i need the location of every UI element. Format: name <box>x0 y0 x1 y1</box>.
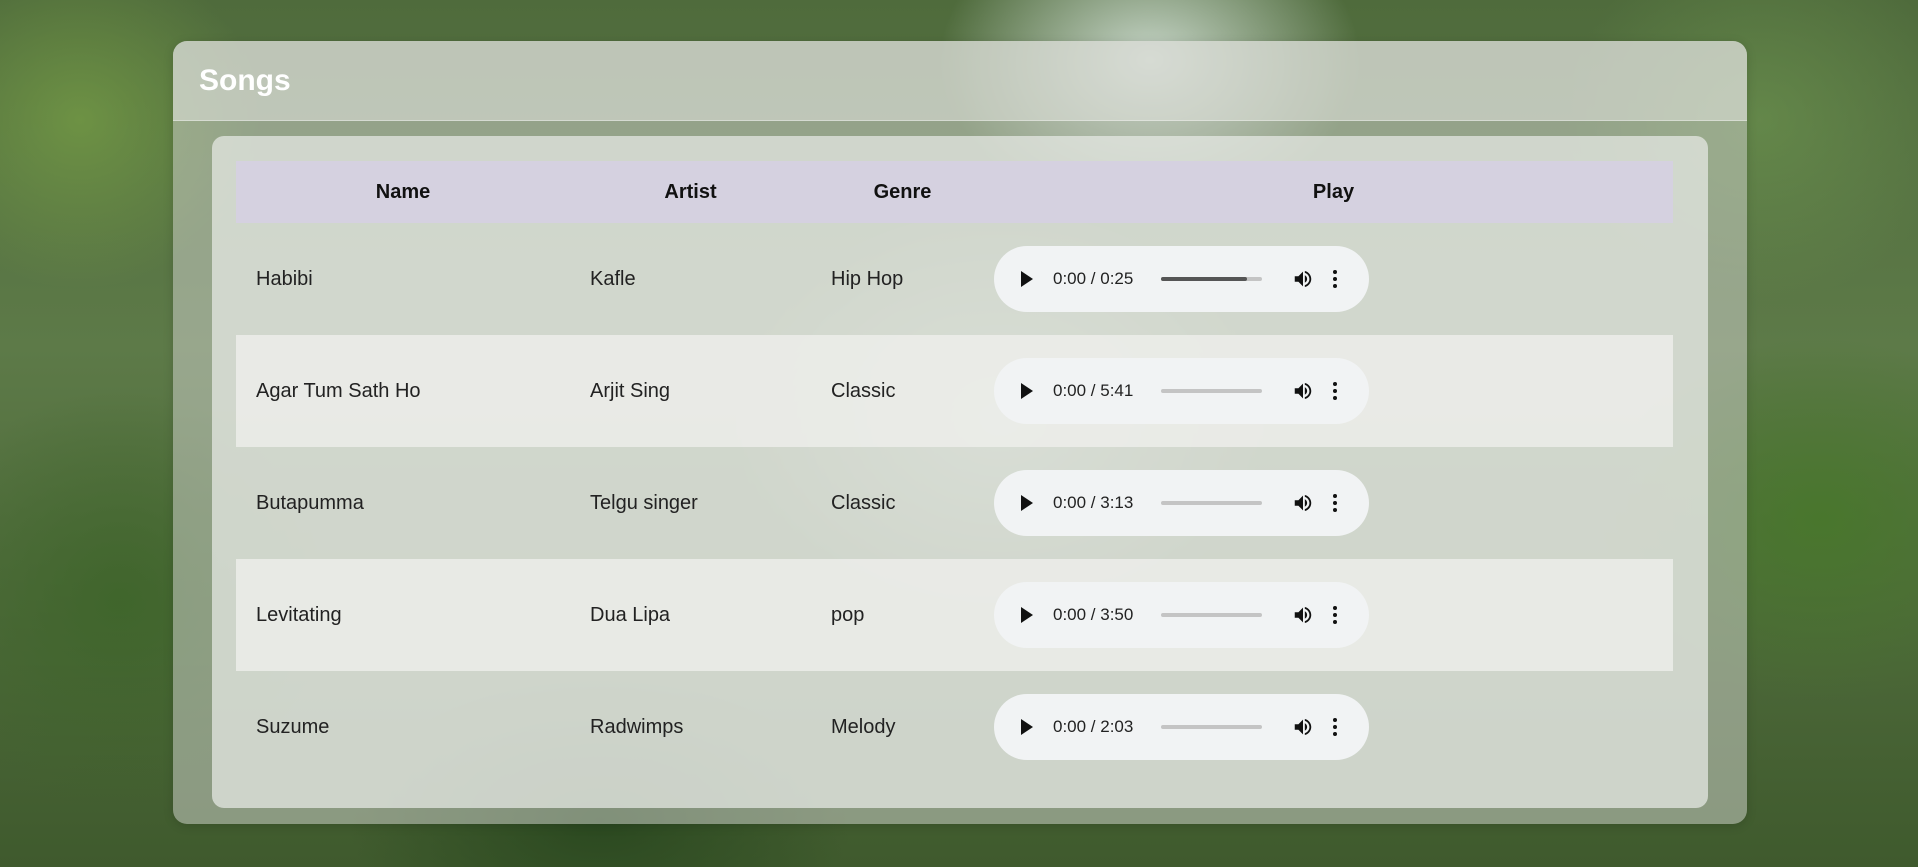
time-display: 0:00 / 2:03 <box>1053 717 1134 736</box>
song-name: Levitating <box>256 603 342 626</box>
song-name: Butapumma <box>256 491 364 514</box>
more-vert-icon[interactable] <box>1332 382 1338 400</box>
play-cell: 0:00 / 3:50 <box>994 559 1673 671</box>
time-display: 0:00 / 5:41 <box>1053 381 1134 400</box>
song-name: Agar Tum Sath Ho <box>256 379 421 402</box>
songs-table: Name Artist Genre Play Habibi Kafle Hip … <box>236 161 1673 783</box>
song-genre: Classic <box>831 491 896 514</box>
audio-player[interactable]: 0:00 / 0:25 <box>994 246 1369 312</box>
time-display: 0:00 / 3:13 <box>1053 493 1134 512</box>
seek-progress <box>1161 277 1247 281</box>
seek-slider[interactable] <box>1161 613 1262 617</box>
more-vert-icon[interactable] <box>1332 270 1338 288</box>
seek-slider[interactable] <box>1161 389 1262 393</box>
column-header-play: Play <box>1312 180 1355 203</box>
more-vert-icon[interactable] <box>1332 606 1338 624</box>
seek-slider[interactable] <box>1161 277 1262 281</box>
play-icon[interactable] <box>1021 383 1033 399</box>
panel-header: Songs <box>173 41 1747 121</box>
song-genre: Hip Hop <box>831 267 904 290</box>
table-row: Butapumma Telgu singer Classic 0:00 / 3:… <box>236 447 1673 559</box>
more-vert-icon[interactable] <box>1332 494 1338 512</box>
play-icon[interactable] <box>1021 495 1033 511</box>
volume-icon[interactable] <box>1292 380 1314 402</box>
page-title: Songs <box>199 63 291 97</box>
volume-icon[interactable] <box>1292 268 1314 290</box>
song-artist: Kafle <box>590 267 636 290</box>
seek-slider[interactable] <box>1161 725 1262 729</box>
column-header-name: Name <box>375 180 431 203</box>
table-row: Levitating Dua Lipa pop 0:00 / 3:50 <box>236 559 1673 671</box>
play-cell: 0:00 / 0:25 <box>994 223 1673 335</box>
more-vert-icon[interactable] <box>1332 718 1338 736</box>
table-row: Agar Tum Sath Ho Arjit Sing Classic 0:00… <box>236 335 1673 447</box>
song-genre: Classic <box>831 379 896 402</box>
audio-player[interactable]: 0:00 / 2:03 <box>994 694 1369 760</box>
table-row: Suzume Radwimps Melody 0:00 / 2:03 <box>236 671 1673 783</box>
song-genre: Melody <box>831 715 896 738</box>
play-cell: 0:00 / 3:13 <box>994 447 1673 559</box>
songs-card: Name Artist Genre Play Habibi Kafle Hip … <box>212 136 1708 808</box>
song-artist: Telgu singer <box>590 491 698 514</box>
column-header-artist: Artist <box>664 180 717 203</box>
audio-player[interactable]: 0:00 / 3:50 <box>994 582 1369 648</box>
play-cell: 0:00 / 5:41 <box>994 335 1673 447</box>
play-icon[interactable] <box>1021 607 1033 623</box>
play-icon[interactable] <box>1021 271 1033 287</box>
volume-icon[interactable] <box>1292 492 1314 514</box>
song-genre: pop <box>831 603 865 626</box>
audio-player[interactable]: 0:00 / 3:13 <box>994 470 1369 536</box>
seek-slider[interactable] <box>1161 501 1262 505</box>
time-display: 0:00 / 3:50 <box>1053 605 1134 624</box>
song-name: Habibi <box>256 267 313 290</box>
song-artist: Dua Lipa <box>590 603 671 626</box>
song-name: Suzume <box>256 715 330 738</box>
table-row: Habibi Kafle Hip Hop 0:00 / 0:25 <box>236 223 1673 335</box>
songs-panel: Songs Name Artist Genre Play Habibi Kafl… <box>173 41 1747 824</box>
audio-player[interactable]: 0:00 / 5:41 <box>994 358 1369 424</box>
song-artist: Arjit Sing <box>590 379 671 402</box>
column-header-genre: Genre <box>873 180 932 203</box>
table-header-row: Name Artist Genre Play <box>236 161 1673 223</box>
time-display: 0:00 / 0:25 <box>1053 269 1134 288</box>
play-cell: 0:00 / 2:03 <box>994 671 1673 783</box>
volume-icon[interactable] <box>1292 604 1314 626</box>
volume-icon[interactable] <box>1292 716 1314 738</box>
play-icon[interactable] <box>1021 719 1033 735</box>
song-artist: Radwimps <box>590 715 684 738</box>
